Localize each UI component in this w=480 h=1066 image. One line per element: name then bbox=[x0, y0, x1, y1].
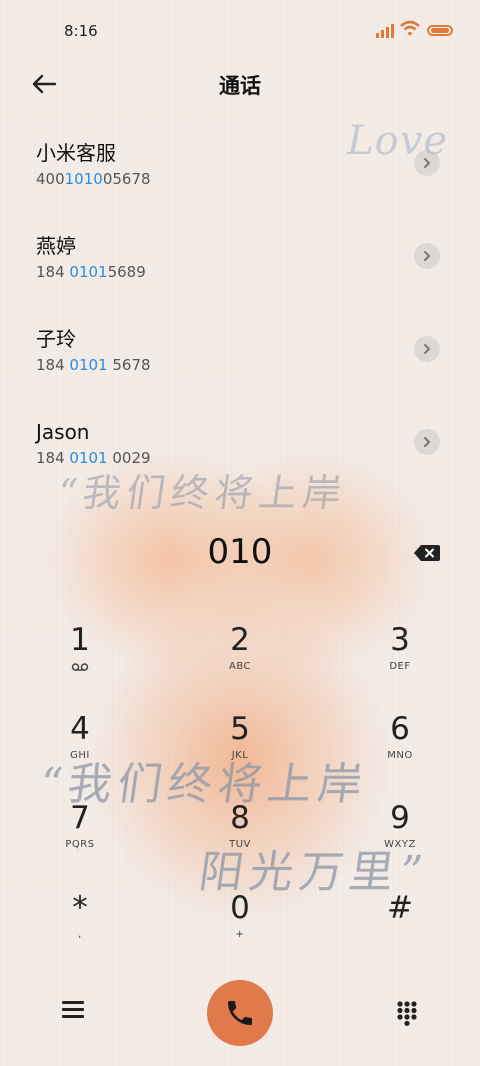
contact-number: 184 0101 0029 bbox=[36, 449, 151, 467]
key-letters: WXYZ bbox=[384, 839, 416, 850]
key-hash[interactable]: # bbox=[340, 888, 460, 968]
header: 通话 bbox=[0, 60, 480, 108]
key-letters: GHI bbox=[70, 750, 90, 761]
bottom-bar bbox=[0, 978, 480, 1048]
match-highlight: 0101 bbox=[69, 449, 108, 467]
key-letters: PQRS bbox=[65, 839, 95, 850]
status-bar: 8:16 bbox=[0, 0, 480, 60]
key-letters: DEF bbox=[389, 661, 411, 672]
wifi-icon bbox=[400, 20, 420, 36]
key-digit: 2 bbox=[230, 622, 250, 658]
key-digit: 9 bbox=[390, 800, 410, 836]
key-8[interactable]: 8 TUV bbox=[180, 798, 300, 878]
key-digit: 7 bbox=[70, 800, 90, 836]
key-letters: ABC bbox=[228, 661, 251, 672]
key-letters: + bbox=[235, 929, 245, 940]
chevron-right-icon bbox=[424, 158, 431, 168]
chevron-right-icon bbox=[424, 437, 431, 447]
key-5[interactable]: 5 JKL bbox=[180, 709, 300, 789]
page-title: 通话 bbox=[219, 74, 261, 98]
key-star[interactable]: * , bbox=[20, 888, 140, 968]
dial-display: 010 bbox=[0, 530, 480, 578]
key-digit: 3 bbox=[390, 622, 410, 658]
key-digit: # bbox=[387, 890, 413, 926]
key-digit: 4 bbox=[70, 711, 90, 747]
key-4[interactable]: 4 GHI bbox=[20, 709, 140, 789]
dialpad-icon[interactable] bbox=[396, 1000, 418, 1026]
chevron-right-icon bbox=[424, 251, 431, 261]
menu-icon bbox=[60, 1001, 86, 1018]
match-highlight: 0101 bbox=[69, 356, 108, 374]
contact-details-button[interactable] bbox=[414, 243, 440, 269]
key-digit: 8 bbox=[230, 800, 250, 836]
voicemail-icon bbox=[71, 663, 89, 671]
key-2[interactable]: 2 ABC bbox=[180, 620, 300, 700]
key-7[interactable]: 7 PQRS bbox=[20, 798, 140, 878]
key-letters: JKL bbox=[231, 750, 249, 761]
contact-item[interactable]: Jason 184 0101 0029 bbox=[0, 419, 480, 512]
contact-item[interactable]: 小米客服 400101005678 bbox=[0, 140, 480, 233]
chevron-right-icon bbox=[424, 344, 431, 354]
key-6[interactable]: 6 MNO bbox=[340, 709, 460, 789]
key-3[interactable]: 3 DEF bbox=[340, 620, 460, 700]
signal-icon bbox=[376, 24, 394, 38]
key-letters: , bbox=[78, 929, 82, 940]
contact-number: 184 0101 5678 bbox=[36, 356, 151, 374]
key-letters: MNO bbox=[387, 750, 413, 761]
call-button[interactable] bbox=[207, 980, 273, 1046]
battery-icon bbox=[427, 25, 453, 36]
key-digit: 5 bbox=[230, 711, 250, 747]
contact-suggestions-list: 小米客服 400101005678 燕婷 184 01015689 子玲 184… bbox=[0, 140, 480, 512]
key-letters: TUV bbox=[229, 839, 251, 850]
contact-details-button[interactable] bbox=[414, 429, 440, 455]
match-highlight: 1010 bbox=[64, 170, 103, 188]
status-time: 8:16 bbox=[64, 22, 98, 40]
contact-number: 400101005678 bbox=[36, 170, 151, 188]
key-0[interactable]: 0 + bbox=[180, 888, 300, 968]
contact-number: 184 01015689 bbox=[36, 263, 146, 281]
key-digit: 6 bbox=[390, 711, 410, 747]
key-9[interactable]: 9 WXYZ bbox=[340, 798, 460, 878]
contact-item[interactable]: 燕婷 184 01015689 bbox=[0, 233, 480, 326]
key-digit: 1 bbox=[70, 622, 90, 658]
dialed-number: 010 bbox=[207, 532, 273, 572]
contact-details-button[interactable] bbox=[414, 150, 440, 176]
match-highlight: 0101 bbox=[69, 263, 108, 281]
contact-item[interactable]: 子玲 184 0101 5678 bbox=[0, 326, 480, 419]
backspace-icon[interactable] bbox=[412, 543, 442, 563]
key-1[interactable]: 1 bbox=[20, 620, 140, 700]
key-digit: * bbox=[72, 890, 88, 926]
menu-button[interactable] bbox=[60, 998, 86, 1024]
phone-icon bbox=[228, 1001, 252, 1025]
contact-details-button[interactable] bbox=[414, 336, 440, 362]
key-digit: 0 bbox=[230, 890, 250, 926]
